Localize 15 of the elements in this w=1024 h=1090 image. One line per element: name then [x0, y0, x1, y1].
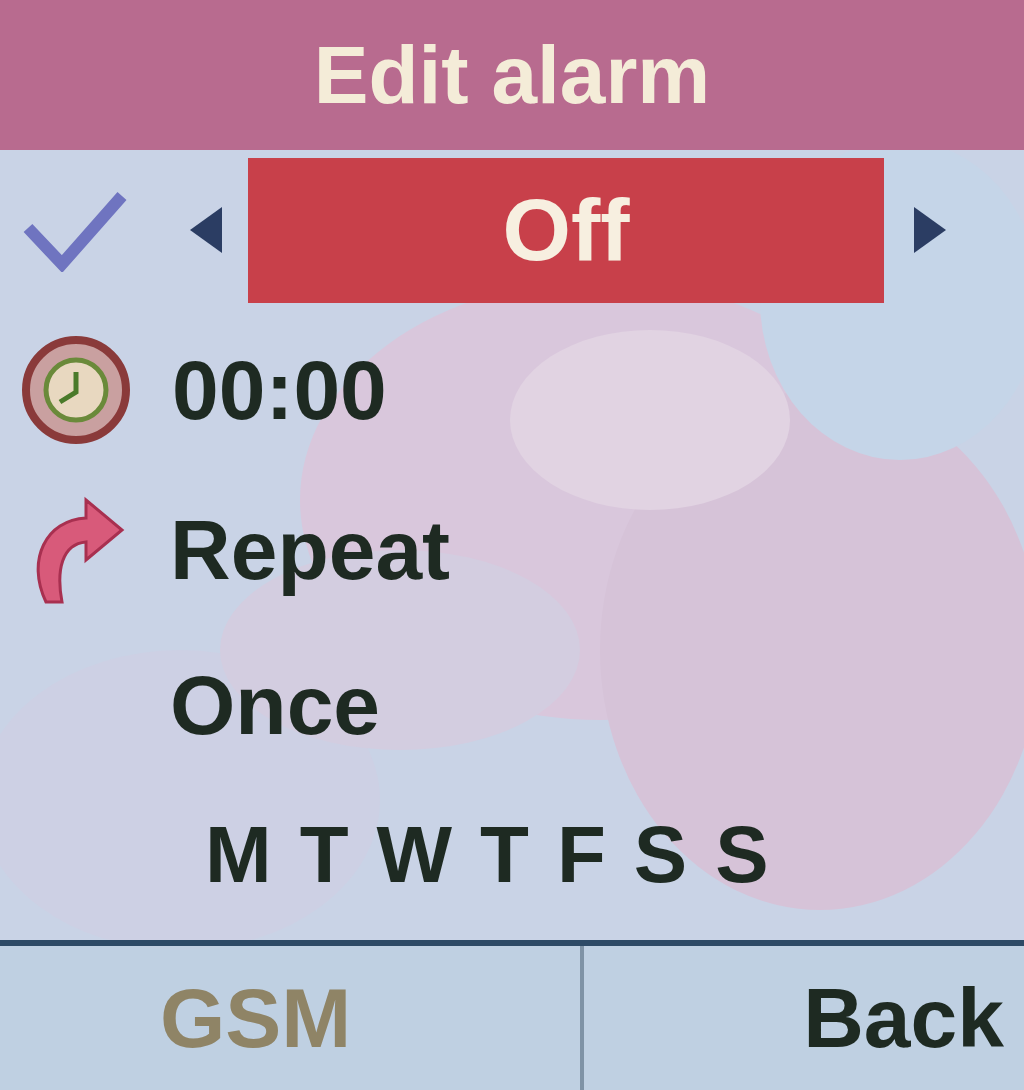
repeat-value[interactable]: Once: [170, 663, 381, 747]
alarm-state-selector[interactable]: Off: [248, 157, 884, 303]
softkey[interactable]: Back: [803, 976, 1004, 1060]
left-arrow-icon[interactable]: [188, 205, 224, 255]
alarm-time[interactable]: 00:00: [172, 348, 387, 432]
weekday-letter[interactable]: S: [633, 815, 688, 895]
weekday-letter[interactable]: W: [376, 815, 453, 895]
weekday-letter[interactable]: F: [556, 815, 606, 895]
weekday-letter[interactable]: M: [205, 815, 272, 895]
weekday-letter[interactable]: S: [715, 815, 769, 895]
right-arrow-icon[interactable]: [912, 205, 948, 255]
weekday-letter[interactable]: T: [299, 815, 349, 895]
window-title: Edit alarm: [313, 34, 711, 116]
selector-value: Off: [502, 186, 630, 274]
weekday-letter[interactable]: T: [480, 815, 529, 895]
